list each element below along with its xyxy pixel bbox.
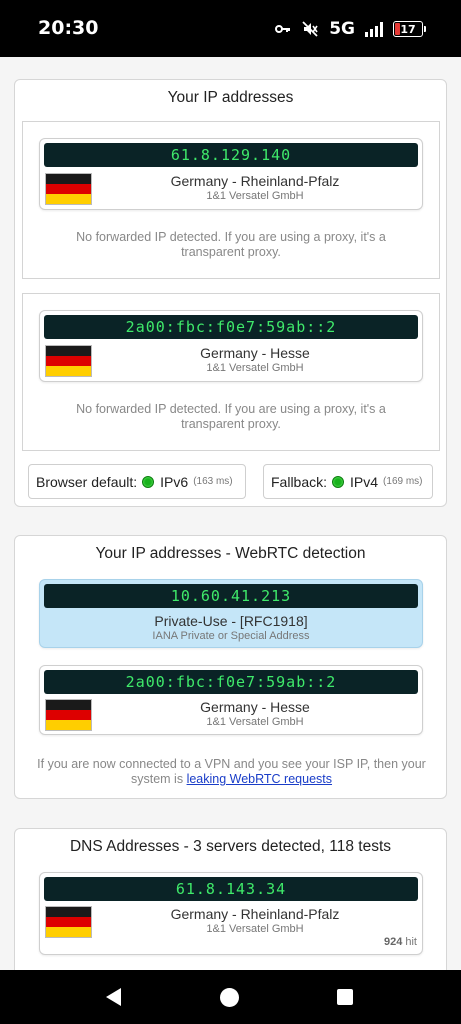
clock: 20:30 [38, 17, 99, 39]
germany-flag-icon [45, 345, 92, 377]
recent-apps-icon[interactable] [337, 989, 353, 1005]
ip-display: 61.8.143.34 [44, 877, 418, 901]
isp: 1&1 Versatel GmbH [206, 923, 304, 935]
battery-level: 17 [400, 22, 416, 36]
dns-entry: 61.8.143.34 Germany - Rheinland-Pfalz 1&… [39, 872, 423, 955]
germany-flag-icon [45, 906, 92, 938]
ipv6-box: 2a00:fbc:f0e7:59ab::2 Germany - Hesse 1&… [22, 293, 440, 451]
ip-entry: 2a00:fbc:f0e7:59ab::2 Germany - Hesse 1&… [39, 310, 423, 382]
ip-addresses-card: Your IP addresses 61.8.129.140 Germany -… [14, 79, 447, 507]
ip-entry: 61.8.129.140 Germany - Rheinland-Pfalz 1… [39, 138, 423, 210]
back-icon[interactable] [106, 988, 121, 1006]
browser-default-latency: (163 ms) [193, 476, 233, 487]
forwarded-ip-note: No forwarded IP detected. If you are usi… [76, 402, 386, 431]
navigation-bar [0, 970, 461, 1024]
ip-entry-private: 10.60.41.213 Private-Use - [RFC1918] IAN… [39, 579, 423, 648]
webrtc-card: Your IP addresses - WebRTC detection 10.… [14, 535, 447, 799]
status-dot-icon [332, 475, 345, 488]
webrtc-note: If you are now connected to a VPN and yo… [27, 757, 436, 787]
ip-display: 2a00:fbc:f0e7:59ab::2 [44, 315, 418, 339]
forwarded-ip-note: No forwarded IP detected. If you are usi… [76, 230, 386, 259]
mute-icon [302, 21, 318, 37]
status-icons: 5G 17 [275, 17, 426, 41]
germany-flag-icon [45, 173, 92, 205]
key-icon [275, 25, 291, 33]
location: Germany - Rheinland-Pfalz [170, 906, 340, 922]
location: Private-Use - [RFC1918] [154, 613, 308, 629]
ip-display: 61.8.129.140 [44, 143, 418, 167]
browser-default-label: Browser default: [36, 473, 138, 490]
browser-default-indicator: Browser default: IPv6 (163 ms) [28, 464, 246, 499]
fallback-protocol: IPv4 [350, 473, 379, 490]
ipv4-box: 61.8.129.140 Germany - Rheinland-Pfalz 1… [22, 121, 440, 279]
leaking-webrtc-link[interactable]: leaking WebRTC requests [187, 772, 332, 786]
home-icon[interactable] [220, 988, 239, 1007]
isp: 1&1 Versatel GmbH [206, 716, 304, 728]
dns-card: DNS Addresses - 3 servers detected, 118 … [14, 828, 447, 970]
status-bar: 20:30 5G 17 [0, 0, 461, 57]
section-title: DNS Addresses - 3 servers detected, 118 … [69, 838, 392, 855]
section-title: Your IP addresses - WebRTC detection [95, 545, 366, 562]
ip-display: 10.60.41.213 [44, 584, 418, 608]
hit-number: 924 [383, 936, 403, 948]
hit-suffix: hit [405, 936, 417, 948]
ip-entry: 2a00:fbc:f0e7:59ab::2 Germany - Hesse 1&… [39, 665, 423, 735]
isp: IANA Private or Special Address [152, 630, 310, 642]
fallback-indicator: Fallback: IPv4 (169 ms) [263, 464, 433, 499]
battery-icon: 17 [393, 21, 426, 37]
location: Germany - Hesse [200, 699, 310, 715]
network-type: 5G [329, 19, 355, 39]
section-title: Your IP addresses [167, 89, 294, 106]
page-content[interactable]: Your IP addresses 61.8.129.140 Germany -… [0, 57, 461, 970]
fallback-label: Fallback: [271, 473, 328, 490]
germany-flag-icon [45, 699, 92, 731]
location: Germany - Hesse [200, 345, 310, 361]
status-dot-icon [142, 475, 155, 488]
isp: 1&1 Versatel GmbH [206, 362, 304, 374]
isp: 1&1 Versatel GmbH [206, 190, 304, 202]
location: Germany - Rheinland-Pfalz [170, 173, 340, 189]
ip-display: 2a00:fbc:f0e7:59ab::2 [44, 670, 418, 694]
browser-default-protocol: IPv6 [160, 473, 189, 490]
hit-count: 924 hit [384, 936, 417, 948]
fallback-latency: (169 ms) [383, 476, 423, 487]
signal-icon [365, 21, 383, 37]
